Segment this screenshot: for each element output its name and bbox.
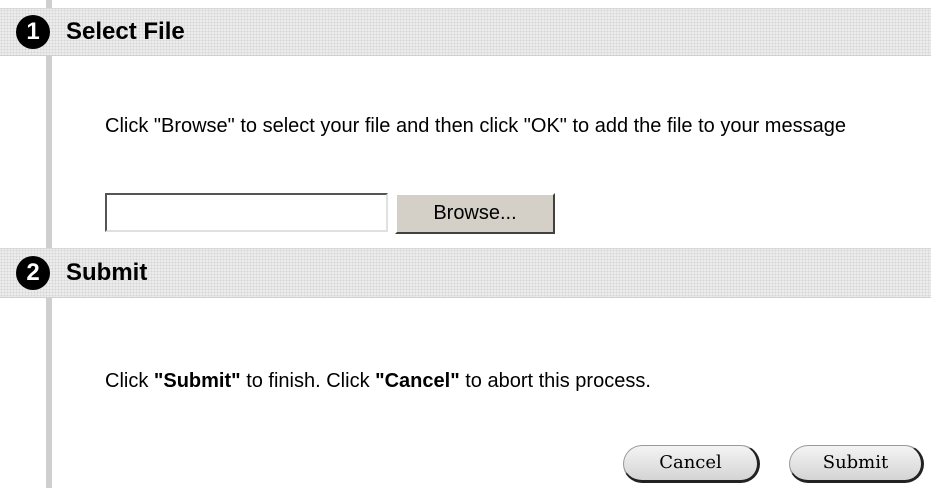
step-title-submit: Submit xyxy=(66,259,148,286)
submit-instruction: Click "Submit" to finish. Click "Cancel"… xyxy=(105,365,915,397)
cancel-button[interactable]: Cancel xyxy=(623,445,760,483)
step-number-1-badge: 1 xyxy=(16,15,50,49)
submit-instruction-part-2: to finish. Click xyxy=(240,370,376,392)
submit-button[interactable]: Submit xyxy=(789,445,924,483)
step-rail xyxy=(46,0,52,488)
submit-instruction-submit-emphasis: "Submit" xyxy=(153,370,241,392)
step-title-select-file: Select File xyxy=(66,18,185,45)
select-file-instruction: Click "Browse" to select your file and t… xyxy=(105,115,846,137)
submit-instruction-part-1: Click xyxy=(105,370,154,392)
step-header-submit: 2 Submit xyxy=(0,248,931,298)
submit-instruction-cancel-emphasis: "Cancel" xyxy=(375,370,460,392)
step-number-2-badge: 2 xyxy=(16,256,50,290)
submit-instruction-part-3: to abort this process. xyxy=(459,370,651,392)
browse-button[interactable]: Browse... xyxy=(395,193,555,234)
step-header-select-file: 1 Select File xyxy=(0,8,931,56)
file-path-input[interactable] xyxy=(105,193,388,232)
